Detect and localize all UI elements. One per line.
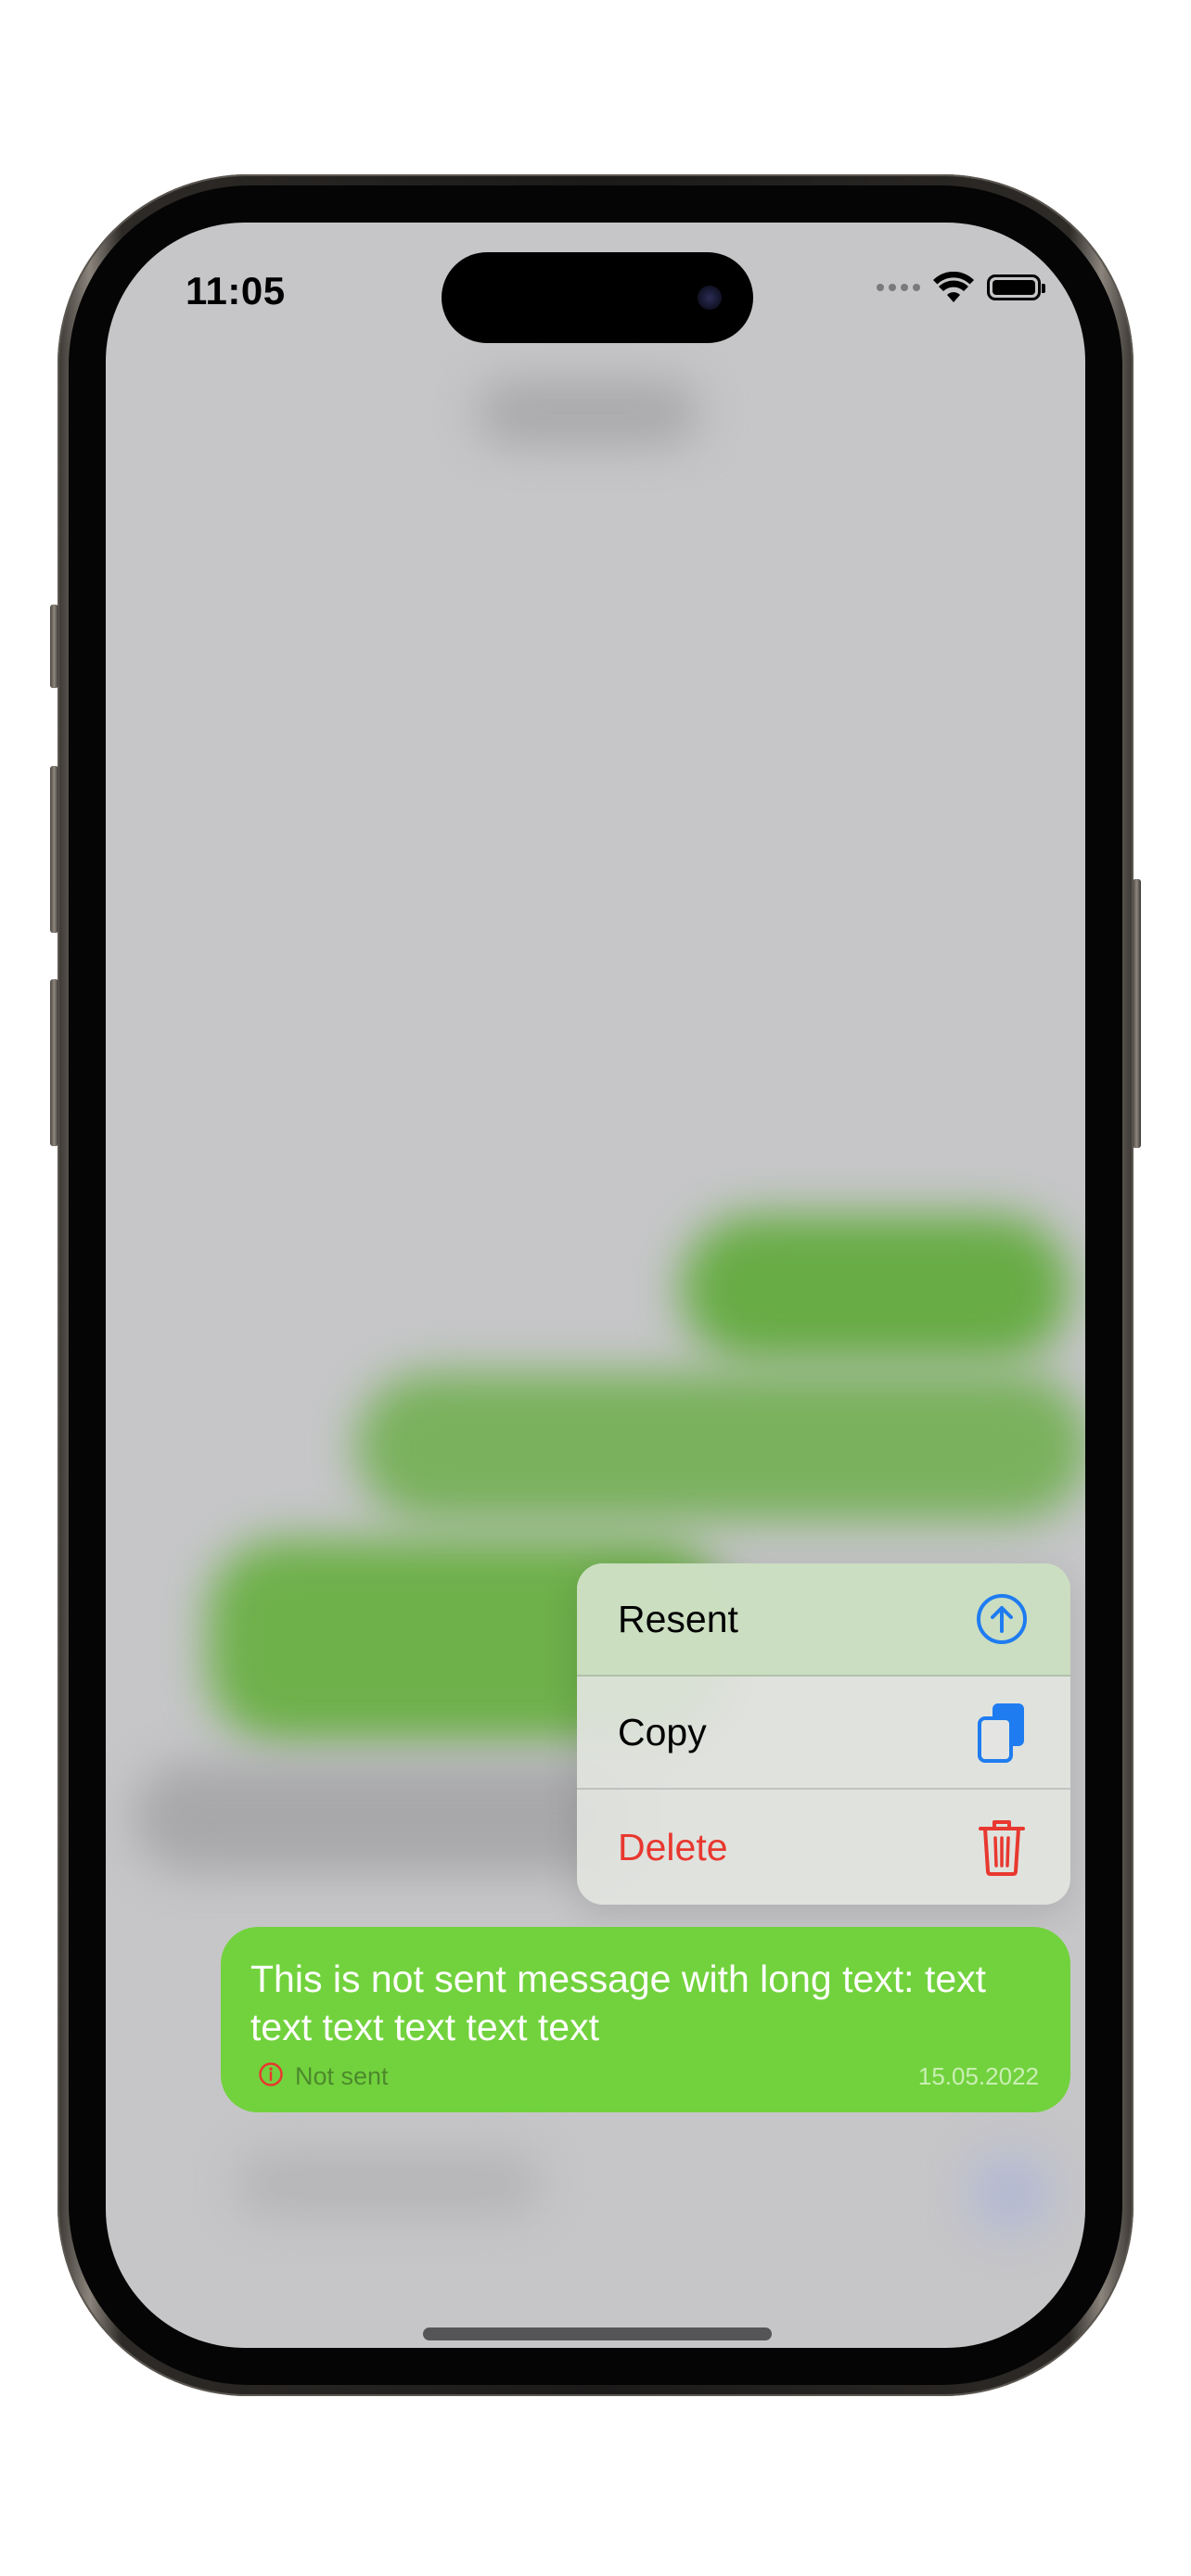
blurred-message-bubble — [681, 1215, 1070, 1363]
status-time: 11:05 — [186, 269, 286, 312]
arrow-up-circle-icon — [974, 1589, 1030, 1649]
blurred-header-title — [477, 380, 699, 445]
dynamic-island — [442, 252, 753, 343]
copy-icon — [974, 1702, 1030, 1763]
home-indicator[interactable] — [423, 2327, 772, 2340]
side-button-volume-up — [50, 766, 58, 933]
status-bar: 11:05 — [106, 223, 1085, 352]
message-text: This is not sent message with long text:… — [250, 1958, 987, 2048]
battery-icon — [987, 274, 1045, 300]
blurred-send-button — [968, 2151, 1052, 2235]
menu-item-label: Resent — [618, 1597, 738, 1640]
screen: 11:05 Resent Copy Delete This is not sen… — [106, 223, 1085, 2348]
camera-lens-icon — [698, 286, 722, 310]
wifi-icon — [933, 272, 974, 302]
info-circle-icon — [258, 2061, 284, 2092]
menu-item-label: Copy — [618, 1710, 707, 1753]
cellular-signal-icon — [877, 284, 920, 291]
blurred-message-bubble — [134, 1762, 634, 1873]
menu-item-copy[interactable]: Copy — [577, 1677, 1070, 1790]
message-bubble[interactable]: This is not sent message with long text:… — [221, 1927, 1070, 2112]
menu-item-delete[interactable]: Delete — [577, 1790, 1070, 1905]
blurred-message-bubble — [356, 1372, 1085, 1521]
context-menu: Resent Copy Delete — [577, 1563, 1070, 1905]
menu-item-label: Delete — [618, 1825, 728, 1868]
side-button-volume-down — [50, 979, 58, 1146]
message-meta: Not sent 15.05.2022 — [258, 2061, 1039, 2092]
status-icons — [877, 269, 1045, 306]
side-button-action — [50, 605, 58, 688]
message-status-label: Not sent — [295, 2062, 389, 2090]
trash-icon — [974, 1817, 1030, 1877]
message-timestamp: 15.05.2022 — [917, 2062, 1039, 2090]
side-button-power — [1133, 879, 1141, 1148]
menu-item-resent[interactable]: Resent — [577, 1563, 1070, 1677]
blurred-input-bar — [236, 2151, 542, 2216]
